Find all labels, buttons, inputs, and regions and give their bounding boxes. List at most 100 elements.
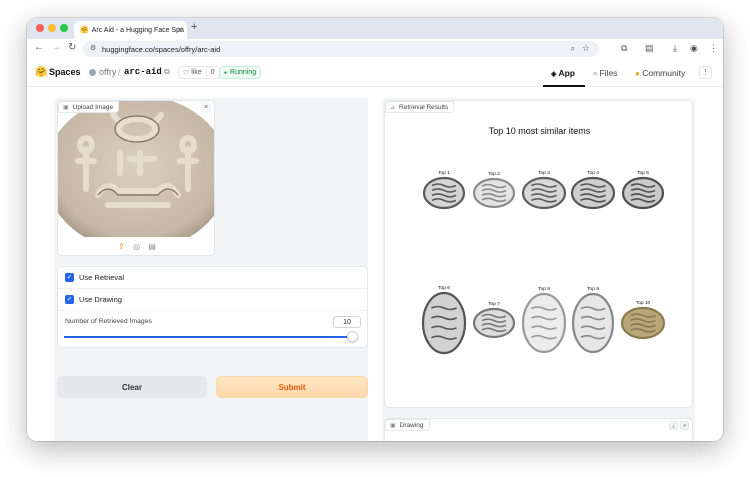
use-retrieval-checkbox[interactable]: ✓: [65, 273, 74, 282]
path-separator: /: [118, 67, 121, 77]
use-drawing-checkbox[interactable]: ✓: [65, 295, 74, 304]
new-tab-button[interactable]: +: [191, 21, 197, 33]
share-icon[interactable]: ⋖: [680, 421, 689, 430]
profile-icon[interactable]: ◉: [690, 43, 698, 54]
result-item: Top 9: [571, 286, 615, 354]
tab-title: Arc Aid - a Hugging Face Spa: [91, 26, 184, 34]
address-bar[interactable]: ⚙ huggingface.co/spaces/offry/arc-aid ⌕ …: [83, 41, 599, 57]
seal-thumbnail: [422, 176, 466, 210]
result-rank-label: Top 3: [538, 170, 550, 176]
upload-image-block[interactable]: ▣ Upload Image × ⇪ ◎ ▤: [57, 100, 215, 256]
drawing-label: ▣ Drawing: [385, 419, 430, 431]
hugging-face-logo-icon[interactable]: 🤗: [35, 67, 47, 78]
tab-close-icon[interactable]: ×: [177, 25, 182, 34]
result-item: Top 7: [472, 301, 516, 339]
seal-thumbnail: [472, 307, 516, 339]
url-text: huggingface.co/spaces/offry/arc-aid: [102, 44, 221, 54]
result-item: Top 5: [621, 170, 665, 210]
seal-thumbnail: [621, 176, 665, 210]
reading-list-icon[interactable]: ▤: [645, 43, 654, 54]
back-icon[interactable]: ←: [34, 42, 44, 53]
uploaded-seal-image: [58, 101, 214, 237]
hugging-face-favicon-icon: 🤗: [80, 27, 89, 34]
site-settings-icon[interactable]: ⚙: [90, 44, 96, 52]
webcam-icon[interactable]: ◎: [133, 242, 140, 251]
seal-thumbnail: [620, 306, 666, 340]
result-item: Top 6: [421, 285, 467, 355]
tab-app[interactable]: ◈ App: [551, 68, 575, 78]
hf-header: 🤗 Spaces offry / arc-aid ⧉ ♡ like 0 ● Ru…: [27, 59, 723, 87]
forward-icon[interactable]: →: [51, 42, 61, 53]
seal-thumbnail: [472, 177, 516, 209]
owner-avatar: [89, 69, 96, 76]
tab-files[interactable]: ≡ Files: [593, 68, 617, 78]
bookmark-star-icon[interactable]: ☆: [582, 43, 590, 54]
tab-strip: 🤗 Arc Aid - a Hugging Face Spa × +: [27, 18, 723, 39]
like-button[interactable]: ♡ like 0: [178, 66, 220, 79]
maximize-window-button[interactable]: [60, 24, 68, 32]
browser-toolbar: ← → ↻ ⚙ huggingface.co/spaces/offry/arc-…: [27, 39, 723, 59]
zoom-icon[interactable]: ⌕: [571, 44, 575, 54]
browser-tab[interactable]: 🤗 Arc Aid - a Hugging Face Spa ×: [74, 21, 187, 39]
minimize-window-button[interactable]: [48, 24, 56, 32]
spaces-link[interactable]: Spaces: [49, 67, 81, 77]
result-rank-label: Top 2: [488, 171, 500, 177]
close-window-button[interactable]: [36, 24, 44, 32]
retrieved-count-input[interactable]: 10: [333, 316, 361, 328]
result-rank-label: Top 5: [637, 170, 649, 176]
use-retrieval-row[interactable]: ✓ Use Retrieval: [58, 267, 367, 289]
extensions-icon[interactable]: ⧉: [621, 43, 627, 54]
browser-window: 🤗 Arc Aid - a Hugging Face Spa × + ← → ↻…: [27, 18, 723, 441]
result-rank-label: Top 8: [538, 286, 550, 292]
chart-icon: ⊿: [390, 104, 396, 111]
result-item: Top 10: [620, 300, 666, 340]
clear-button[interactable]: Clear: [57, 376, 207, 398]
like-count: 0: [210, 69, 215, 76]
result-item: Top 4: [570, 170, 616, 210]
slider-handle[interactable]: [347, 331, 358, 342]
results-grid: Top 1 Top 2 Top 3 Top 4 Top 5 Top 6 Top 7 Top 8…: [421, 170, 666, 355]
clipboard-icon[interactable]: ▤: [148, 242, 156, 251]
copy-icon[interactable]: ⧉: [164, 67, 170, 77]
retrieved-count-slider[interactable]: [64, 336, 356, 338]
options-panel: ✓ Use Retrieval ✓ Use Drawing Number of …: [57, 266, 368, 348]
upload-icon[interactable]: ⇪: [118, 242, 125, 251]
reload-icon[interactable]: ↻: [68, 42, 76, 53]
result-item: Top 2: [472, 171, 516, 209]
upload-image-label: ▣ Upload Image: [58, 101, 120, 113]
repo-name[interactable]: arc-aid: [124, 67, 162, 77]
more-menu-button[interactable]: ⋮: [699, 66, 712, 79]
seal-thumbnail: [521, 176, 567, 210]
seal-thumbnail: [571, 292, 615, 354]
download-icon[interactable]: ⤓: [669, 421, 678, 430]
slider-label: Number of Retrieved Images: [65, 318, 152, 325]
result-rank-label: Top 10: [636, 300, 651, 306]
clear-image-icon[interactable]: ×: [201, 103, 211, 113]
result-rank-label: Top 1: [438, 170, 450, 176]
browser-menu-icon[interactable]: ⋮: [709, 43, 718, 54]
submit-button[interactable]: Submit: [216, 376, 368, 398]
files-icon: ≡: [593, 71, 598, 78]
slider-fill: [64, 336, 356, 338]
drawing-block: ▣ Drawing ⤓ ⋖: [384, 418, 693, 441]
status-dot-icon: ●: [224, 69, 228, 76]
use-drawing-row[interactable]: ✓ Use Drawing: [58, 289, 367, 311]
heart-icon: ♡: [183, 69, 190, 77]
download-icon[interactable]: ⤓: [673, 43, 677, 54]
community-icon: ●: [635, 69, 640, 78]
drawing-toolbar: ⤓ ⋖: [669, 421, 689, 430]
upload-toolbar: ⇪ ◎ ▤: [58, 242, 214, 251]
result-item: Top 8: [521, 286, 567, 354]
image-icon: ▣: [63, 104, 69, 111]
retrieval-results-block: ⊿ Retrieval Results Top 10 most similar …: [384, 100, 693, 408]
seal-thumbnail: [570, 176, 616, 210]
use-retrieval-label: Use Retrieval: [79, 273, 125, 282]
seal-thumbnail: [521, 292, 567, 354]
use-drawing-label: Use Drawing: [79, 295, 122, 304]
status-text: Running: [230, 69, 257, 76]
owner-link[interactable]: offry: [99, 67, 116, 77]
active-tab-indicator: [543, 85, 585, 87]
tab-community[interactable]: ● Community: [635, 68, 685, 78]
result-rank-label: Top 6: [438, 285, 450, 291]
result-rank-label: Top 7: [488, 301, 500, 307]
